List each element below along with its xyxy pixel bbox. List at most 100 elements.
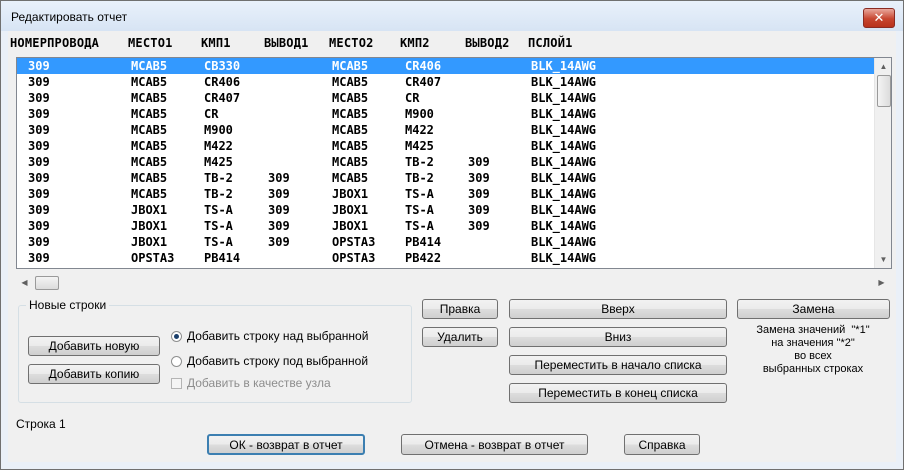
add-as-node-checkbox[interactable]: Добавить в качестве узла (171, 376, 331, 390)
delete-button[interactable]: Удалить (422, 327, 498, 347)
table-cell: BLK_14AWG (531, 251, 597, 265)
table-cell: TB-2 (405, 155, 434, 169)
table-cell: 309 (268, 187, 290, 201)
column-header[interactable]: НОМЕРПРОВОДА (10, 36, 99, 50)
table-cell: 309 (468, 155, 490, 169)
table-cell: MCAB5 (332, 59, 369, 73)
add-new-button[interactable]: Добавить новую (28, 336, 160, 356)
table-row[interactable]: 309 MCAB5 M422 MCAB5 M425 BLK_14AWG (17, 138, 874, 154)
horizontal-scrollbar[interactable]: ◀ ▶ (16, 274, 890, 291)
wire-list[interactable]: 309 MCAB5 CB330 MCAB5 CR406 BLK_14AWG 309 MCAB5… (16, 57, 892, 269)
add-copy-button[interactable]: Добавить копию (28, 364, 160, 384)
new-rows-group: Новые строки Добавить новую Добавить коп… (18, 298, 412, 403)
table-cell: M425 (204, 155, 233, 169)
cancel-button[interactable]: Отмена - возврат в отчет (401, 434, 588, 455)
table-cell: BLK_14AWG (531, 139, 597, 153)
checkbox-box (171, 377, 182, 389)
move-up-button[interactable]: Вверх (509, 299, 727, 319)
table-cell: TS-A (204, 235, 233, 249)
column-header[interactable]: КМП2 (400, 36, 430, 50)
table-cell: OPSTA3 (131, 251, 175, 265)
table-row[interactable]: 309 MCAB5 CR MCAB5 M900 BLK_14AWG (17, 106, 874, 122)
vertical-scrollbar[interactable]: ▲ ▼ (874, 58, 891, 268)
table-row[interactable]: 309 MCAB5 TB-2 309 MCAB5 TB-2 309 BLK_14AWG (17, 170, 874, 186)
table-cell: JBOX1 (332, 219, 369, 233)
column-header[interactable]: ПСЛОЙ1 (528, 36, 573, 50)
table-cell: JBOX1 (332, 203, 369, 217)
move-to-top-button[interactable]: Переместить в начало списка (509, 355, 727, 375)
table-cell: 309 (28, 171, 50, 185)
ok-button[interactable]: ОК - возврат в отчет (207, 434, 365, 455)
edit-button[interactable]: Правка (422, 299, 498, 319)
table-row[interactable]: 309 OPSTA3 PB414 OPSTA3 PB422 BLK_14AWG (17, 250, 874, 266)
table-cell: PB414 (405, 235, 442, 249)
table-cell: MCAB5 (332, 75, 369, 89)
table-row[interactable]: 309 MCAB5 M425 MCAB5 TB-2 309 BLK_14AWG (17, 154, 874, 170)
replace-note-line: на значения "*2" (771, 337, 855, 349)
window-title: Редактировать отчет (11, 10, 128, 24)
replace-note: Замена значений "*1" на значения "*2" во… (738, 324, 888, 376)
add-as-node-label: Добавить в качестве узла (187, 376, 331, 390)
table-cell: M900 (204, 123, 233, 137)
column-header[interactable]: ВЫВОД1 (264, 36, 309, 50)
table-cell: BLK_14AWG (531, 235, 597, 249)
radio-add-below[interactable]: Добавить строку под выбранной (171, 354, 368, 368)
table-cell: M422 (204, 139, 233, 153)
help-button[interactable]: Справка (624, 434, 700, 455)
table-cell: 309 (468, 203, 490, 217)
scroll-left-icon[interactable]: ◀ (16, 274, 33, 291)
table-cell: CB330 (204, 59, 241, 73)
table-cell: MCAB5 (131, 171, 168, 185)
table-row[interactable]: 309 MCAB5 M900 MCAB5 M422 BLK_14AWG (17, 122, 874, 138)
table-cell: M425 (405, 139, 434, 153)
scroll-up-icon[interactable]: ▲ (875, 58, 891, 75)
table-cell: BLK_14AWG (531, 91, 597, 105)
radio-above-indicator (171, 330, 182, 342)
table-cell: TS-A (204, 219, 233, 233)
dialog-body: НОМЕРПРОВОДА МЕСТО1 КМП1 ВЫВОД1 МЕСТО2 К… (8, 31, 896, 462)
table-cell: PB422 (405, 251, 442, 265)
table-row[interactable]: 309 MCAB5 CR406 MCAB5 CR407 BLK_14AWG (17, 74, 874, 90)
status-row-indicator: Строка 1 (16, 417, 66, 431)
table-row[interactable]: 309 JBOX1 TS-A 309 OPSTA3 PB414 BLK_14AWG (17, 234, 874, 250)
table-cell: MCAB5 (131, 155, 168, 169)
radio-below-indicator (171, 355, 182, 367)
radio-add-above[interactable]: Добавить строку над выбранной (171, 329, 368, 343)
table-cell: 309 (28, 139, 50, 153)
scroll-right-icon[interactable]: ▶ (873, 274, 890, 291)
replace-note-line: во всех (794, 350, 832, 362)
table-cell: 309 (28, 235, 50, 249)
table-cell: MCAB5 (332, 123, 369, 137)
move-to-bottom-button[interactable]: Переместить в конец списка (509, 383, 727, 403)
column-header[interactable]: КМП1 (201, 36, 231, 50)
replace-button[interactable]: Замена (737, 299, 890, 319)
table-cell: MCAB5 (131, 59, 168, 73)
table-cell: BLK_14AWG (531, 107, 597, 121)
table-cell: 309 (28, 155, 50, 169)
table-cell: M900 (405, 107, 434, 121)
column-header[interactable]: МЕСТО1 (128, 36, 173, 50)
close-button[interactable]: ✕ (863, 8, 895, 28)
vertical-scroll-thumb[interactable] (877, 75, 891, 107)
table-row[interactable]: 309 MCAB5 CB330 MCAB5 CR406 BLK_14AWG (17, 58, 874, 74)
column-header[interactable]: МЕСТО2 (329, 36, 374, 50)
table-row[interactable]: 309 JBOX1 TS-A 309 JBOX1 TS-A 309 BLK_14AWG (17, 218, 874, 234)
table-cell: CR407 (405, 75, 442, 89)
column-header[interactable]: ВЫВОД2 (465, 36, 510, 50)
table-row[interactable]: 309 JBOX1 TS-A 309 JBOX1 TS-A 309 BLK_14AWG (17, 202, 874, 218)
table-row[interactable]: 309 MCAB5 CR407 MCAB5 CR BLK_14AWG (17, 90, 874, 106)
table-cell: OPSTA3 (332, 235, 376, 249)
horizontal-scroll-thumb[interactable] (35, 276, 59, 290)
table-cell: BLK_14AWG (531, 123, 597, 137)
table-cell: BLK_14AWG (531, 187, 597, 201)
table-row[interactable]: 309 MCAB5 TB-2 309 JBOX1 TS-A 309 BLK_14AWG (17, 186, 874, 202)
table-cell: TS-A (405, 187, 434, 201)
radio-add-above-label: Добавить строку над выбранной (187, 329, 369, 343)
table-cell: PB414 (204, 251, 241, 265)
replace-note-line: Замена значений "*1" (756, 324, 870, 336)
table-cell: MCAB5 (131, 123, 168, 137)
scroll-down-icon[interactable]: ▼ (875, 251, 891, 268)
table-cell: M422 (405, 123, 434, 137)
move-down-button[interactable]: Вниз (509, 327, 727, 347)
table-cell: CR (405, 91, 420, 105)
